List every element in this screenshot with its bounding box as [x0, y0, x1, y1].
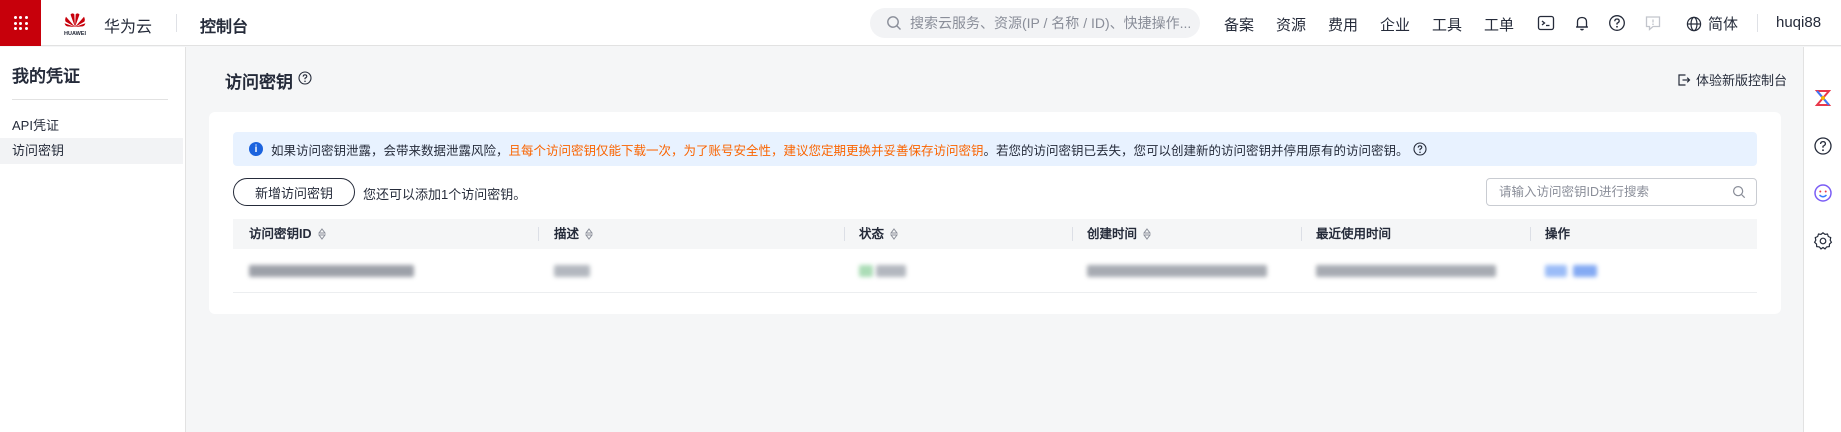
sidebar-item-api-credentials[interactable]: API凭证	[0, 113, 183, 139]
sort-icon[interactable]	[1143, 228, 1152, 240]
nav-filing[interactable]: 备案	[1224, 14, 1254, 35]
huawei-logo[interactable]: HUAWEI	[60, 8, 90, 38]
page-help-icon[interactable]	[298, 71, 312, 85]
divider	[176, 14, 177, 32]
nav-tools[interactable]: 工具	[1432, 14, 1462, 35]
right-toolbar	[1803, 47, 1841, 432]
column-last-used-time: 最近使用时间	[1316, 219, 1391, 249]
alert-text-intro: 如果访问密钥泄露，会带来数据泄露风险，	[271, 143, 509, 158]
column-divider	[1072, 227, 1073, 241]
column-access-key-id[interactable]: 访问密钥ID	[249, 219, 326, 249]
help-icon[interactable]	[1607, 13, 1627, 33]
sort-icon[interactable]	[890, 228, 899, 240]
try-new-console-link[interactable]: 体验新版控制台	[1677, 70, 1787, 89]
column-divider	[1530, 227, 1531, 241]
alert-text-outro: 。若您的访问密钥已丢失，您可以创建新的访问密钥并停用原有的访问密钥。	[983, 143, 1409, 158]
smiley-feedback-icon[interactable]	[1813, 183, 1833, 203]
security-alert: i 如果访问密钥泄露，会带来数据泄露风险， 且每个访问密钥仅能下载一次，为了账号…	[233, 132, 1757, 166]
help-center-icon[interactable]	[1813, 136, 1833, 156]
access-key-search-input[interactable]	[1499, 185, 1719, 199]
divider	[1757, 14, 1758, 32]
sidebar-title: 我的凭证	[12, 67, 80, 86]
feedback-icon[interactable]	[1643, 13, 1663, 33]
status-cell-redacted	[876, 265, 906, 277]
add-access-key-button[interactable]: 新增访问密钥	[233, 178, 355, 206]
user-account-menu[interactable]: huqi88	[1776, 14, 1821, 31]
created-time-cell-redacted	[1087, 265, 1267, 277]
top-bar: HUAWEI 华为云 控制台 搜索云服务、资源(IP / 名称 / ID)、快捷…	[0, 0, 1841, 46]
bell-icon[interactable]	[1572, 13, 1592, 33]
column-created-time[interactable]: 创建时间	[1087, 219, 1152, 249]
sort-icon[interactable]	[317, 228, 326, 240]
column-label: 状态	[859, 227, 885, 241]
sidebar-item-access-keys[interactable]: 访问密钥	[0, 138, 183, 164]
settings-gear-icon[interactable]	[1813, 231, 1833, 251]
service-list-menu-button[interactable]	[0, 0, 41, 46]
nav-tickets[interactable]: 工单	[1484, 14, 1514, 35]
language-label: 简体	[1708, 16, 1739, 33]
column-label: 创建时间	[1087, 227, 1138, 241]
access-key-card: i 如果访问密钥泄露，会带来数据泄露风险， 且每个访问密钥仅能下载一次，为了账号…	[209, 112, 1781, 314]
nav-resources[interactable]: 资源	[1276, 14, 1306, 35]
column-actions: 操作	[1545, 219, 1570, 249]
column-divider	[1301, 227, 1302, 241]
globe-icon	[1686, 16, 1702, 31]
column-divider	[538, 227, 539, 241]
access-key-id-cell-redacted	[249, 265, 414, 277]
add-quota-tip: 您还可以添加1个访问密钥。	[363, 187, 527, 202]
sidebar: 我的凭证 API凭证 访问密钥	[0, 47, 186, 432]
search-icon	[887, 16, 901, 30]
search-icon[interactable]	[1732, 185, 1746, 199]
info-icon: i	[249, 142, 263, 156]
sidebar-divider	[12, 99, 168, 100]
apps-grid-icon	[13, 16, 28, 30]
svg-text:HUAWEI: HUAWEI	[64, 31, 86, 37]
terminal-icon[interactable]	[1536, 13, 1556, 33]
table-row	[233, 249, 1757, 293]
exit-icon	[1678, 73, 1691, 86]
page-title: 访问密钥	[225, 73, 293, 92]
console-link[interactable]: 控制台	[200, 13, 248, 37]
access-key-search[interactable]	[1486, 178, 1757, 206]
language-switcher[interactable]: 简体	[1686, 13, 1738, 34]
alert-text-warning: 且每个访问密钥仅能下载一次，为了账号安全性，建议您定期更换并妥善保存访问密钥	[508, 143, 984, 158]
nav-billing[interactable]: 费用	[1328, 14, 1358, 35]
description-cell-redacted	[554, 265, 590, 277]
nav-enterprise[interactable]: 企业	[1380, 14, 1410, 35]
column-divider	[844, 227, 845, 241]
last-used-time-cell-redacted	[1316, 265, 1496, 277]
global-search-input[interactable]: 搜索云服务、资源(IP / 名称 / ID)、快捷操作...	[870, 8, 1200, 38]
column-label: 描述	[554, 227, 580, 241]
column-label: 最近使用时间	[1316, 227, 1392, 241]
alert-help-icon[interactable]	[1412, 142, 1427, 156]
column-status[interactable]: 状态	[859, 219, 899, 249]
status-indicator-redacted	[859, 265, 873, 277]
table-header: 访问密钥ID 描述 状态 创建时间 最近使用时间 操作	[233, 219, 1757, 249]
column-description[interactable]: 描述	[554, 219, 594, 249]
column-label: 访问密钥ID	[249, 227, 312, 241]
action-link-redacted[interactable]	[1573, 265, 1597, 277]
column-label: 操作	[1545, 227, 1571, 241]
global-search-placeholder: 搜索云服务、资源(IP / 名称 / ID)、快捷操作...	[910, 15, 1192, 31]
ai-assistant-icon[interactable]	[1813, 88, 1833, 108]
brand-name[interactable]: 华为云	[104, 13, 152, 37]
action-link-redacted[interactable]	[1545, 265, 1567, 277]
sort-icon[interactable]	[585, 228, 594, 240]
try-new-console-label: 体验新版控制台	[1696, 73, 1788, 88]
